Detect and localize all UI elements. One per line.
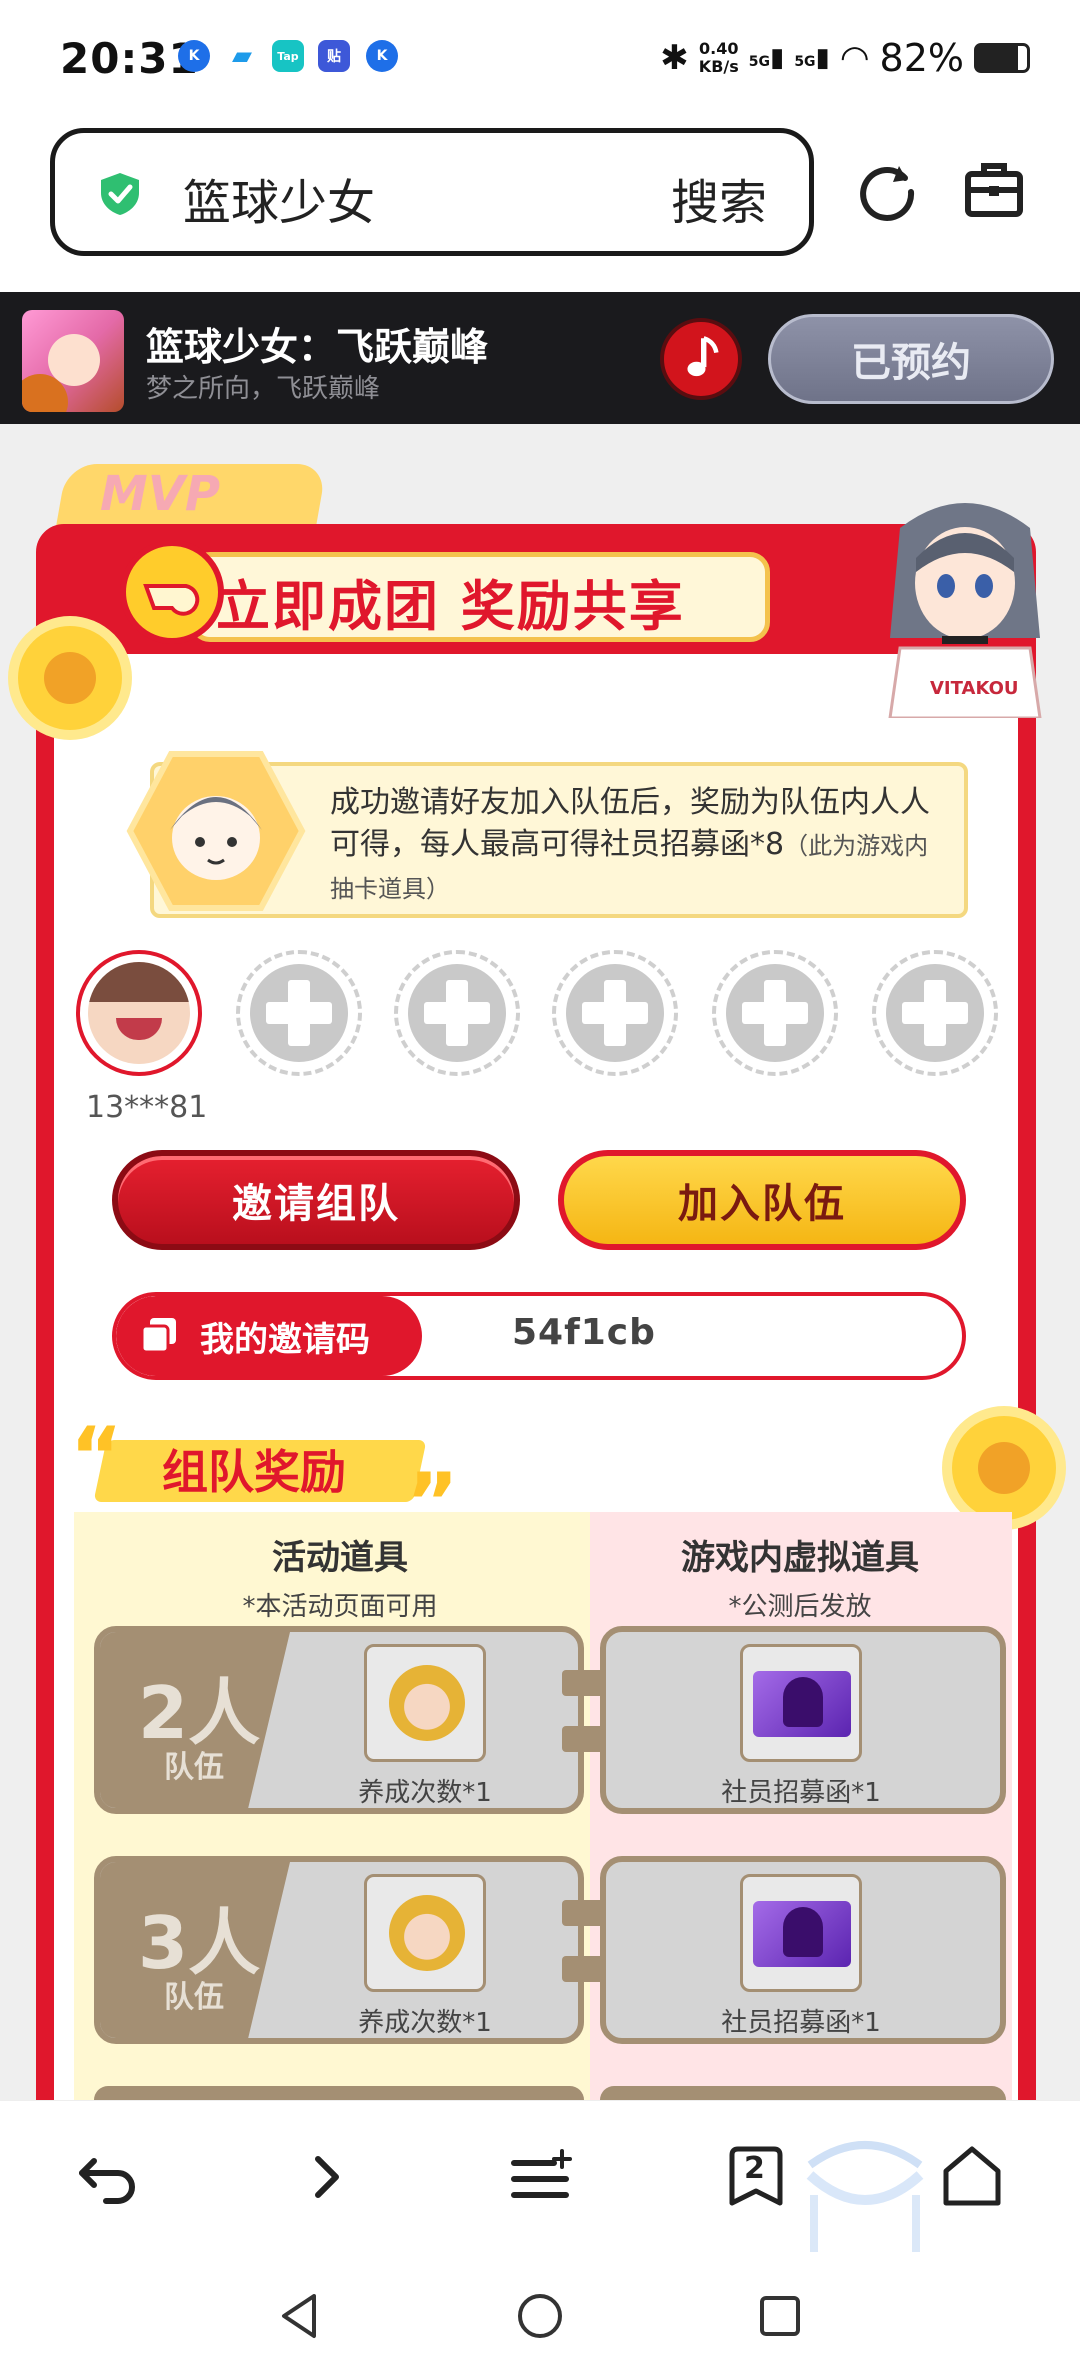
invite-team-button[interactable]: 邀请组队: [112, 1150, 520, 1250]
info-text-block: 成功邀请好友加入队伍后，奖励为队伍内人人可得，每人最高可得社员招募函*8（此为游…: [330, 782, 950, 910]
basketball-badge-icon-2: [952, 1416, 1056, 1520]
system-back-icon[interactable]: [270, 2286, 330, 2346]
invite-code-bar[interactable]: 我的邀请码 54f1cb: [112, 1292, 966, 1380]
train-count-icon-2: [364, 1874, 486, 1992]
wifi-icon: ◠: [839, 38, 870, 78]
quote-open-icon: “: [70, 1410, 123, 1503]
system-recents-icon[interactable]: [750, 2286, 810, 2346]
recruit-ticket-icon-2: [740, 1874, 862, 1992]
shield-check-icon: [101, 173, 139, 215]
taptap-icon: Tap: [272, 40, 304, 72]
tab-count: 2: [744, 2151, 765, 2186]
reward-item-label: 养成次数*1: [358, 1778, 492, 1808]
title-ribbon: 立即成团 奖励共享: [120, 530, 840, 654]
signal-1: 5G▮: [749, 43, 785, 73]
net-speed-value: 0.40: [699, 39, 739, 58]
tier-2-activity-reward: 2人 队伍 养成次数*1: [94, 1626, 584, 1814]
status-bar: 20:31 K ▰ Tap 贴 K ✱ 0.40 KB/s 5G▮ 5G▮ ◠ …: [0, 0, 1080, 115]
toolbox-icon[interactable]: [962, 158, 1026, 222]
svg-text:VITAKOU: VITAKOU: [930, 678, 1019, 699]
mascot-hex-icon: [126, 751, 306, 911]
battery-percent: 82%: [879, 36, 964, 80]
tier-next-partial-2: [600, 2086, 1006, 2100]
reward-title-text: 组队奖励: [162, 1445, 346, 1499]
basketball-badge-icon: [18, 626, 122, 730]
empty-slot-add-icon-4[interactable]: [712, 950, 838, 1076]
member-face: [88, 962, 190, 1064]
app-k-icon: K: [178, 40, 210, 72]
game-banner[interactable]: 篮球少女：飞跃巅峰 梦之所向，飞跃巅峰 已预约: [0, 292, 1080, 424]
character-illustration: VITAKOU: [888, 503, 1042, 718]
system-home-icon[interactable]: [510, 2286, 570, 2346]
game-slogan: 梦之所向，飞跃巅峰: [146, 374, 381, 404]
net-speed: 0.40 KB/s: [699, 40, 739, 76]
game-name: 篮球少女：飞跃巅峰: [146, 325, 489, 369]
app-k-icon-2: K: [366, 40, 398, 72]
signal-2: 5G▮: [794, 43, 830, 73]
refresh-icon[interactable]: [855, 158, 919, 222]
invite-code-value[interactable]: 54f1cb: [512, 1312, 656, 1353]
search-button[interactable]: 搜索: [671, 163, 767, 233]
reserved-button[interactable]: 已预约: [768, 314, 1054, 404]
tier-3-virtual-reward: 社员招募函*1: [600, 1856, 1006, 2044]
copy-icon[interactable]: [138, 1314, 180, 1356]
whistle-icon: [120, 540, 224, 644]
reward-title: “ 组队奖励 ”: [60, 1410, 459, 1549]
recruit-ticket-icon: [740, 1644, 862, 1762]
game-thumbnail[interactable]: [22, 310, 124, 412]
music-note-icon[interactable]: [660, 318, 742, 400]
net-speed-unit: KB/s: [698, 57, 739, 76]
tieba-icon: 贴: [318, 40, 350, 72]
menu-icon[interactable]: [500, 2137, 580, 2217]
signal-bars-icon-2: ▮: [815, 43, 830, 73]
search-query[interactable]: 篮球少女: [183, 163, 375, 233]
member-id: 13***81: [86, 1090, 208, 1125]
signal-bars-icon: ▮: [770, 43, 785, 73]
forward-icon[interactable]: [286, 2137, 366, 2217]
virtual-items-header: 游戏内虚拟道具: [681, 1538, 919, 1578]
empty-slot-add-icon[interactable]: [236, 950, 362, 1076]
reward-item-label-virtual-2: 社员招募函*1: [721, 2008, 881, 2038]
panel-title: 立即成团 奖励共享: [216, 575, 685, 638]
signal-1-label: 5G: [748, 54, 770, 70]
system-nav-bar: [0, 2252, 1080, 2376]
mascot-overlay-icon: [806, 2141, 924, 2253]
status-right: ✱ 0.40 KB/s 5G▮ 5G▮ ◠ 82%: [660, 36, 1030, 80]
train-count-icon: [364, 1644, 486, 1762]
empty-slot-add-icon-2[interactable]: [394, 950, 520, 1076]
tier-2-virtual-reward: 社员招募函*1: [600, 1626, 1006, 1814]
tier-unit-2: 队伍: [164, 1980, 224, 2015]
activity-items-note: *本活动页面可用: [242, 1592, 438, 1622]
tier-next-partial: [94, 2086, 584, 2100]
battery-icon: [974, 43, 1030, 73]
search-bar[interactable]: 篮球少女 搜索: [50, 128, 814, 256]
member-avatar-self: [76, 950, 202, 1076]
chat-icon: ▰: [226, 40, 258, 72]
tier-unit: 队伍: [164, 1750, 224, 1785]
empty-slot-add-icon-5[interactable]: [872, 950, 998, 1076]
tier-3-activity-reward: 3人 队伍 养成次数*1: [94, 1856, 584, 2044]
bluetooth-icon: ✱: [660, 38, 689, 78]
virtual-items-note: *公测后发放: [728, 1592, 872, 1622]
home-icon[interactable]: [932, 2137, 1012, 2217]
reward-item-label-2: 养成次数*1: [358, 2008, 492, 2038]
mvp-text: MVP: [100, 466, 221, 522]
activity-items-header: 活动道具: [272, 1538, 408, 1578]
browser-nav-bar: 2: [0, 2100, 1080, 2253]
tabs-button[interactable]: 2: [716, 2137, 796, 2217]
invite-code-label-text: 我的邀请码: [200, 1319, 370, 1360]
reward-item-label-virtual: 社员招募函*1: [721, 1778, 881, 1808]
signal-2-label: 5G: [794, 54, 816, 70]
back-icon[interactable]: [68, 2137, 148, 2217]
join-team-button[interactable]: 加入队伍: [558, 1150, 966, 1250]
empty-slot-add-icon-3[interactable]: [552, 950, 678, 1076]
